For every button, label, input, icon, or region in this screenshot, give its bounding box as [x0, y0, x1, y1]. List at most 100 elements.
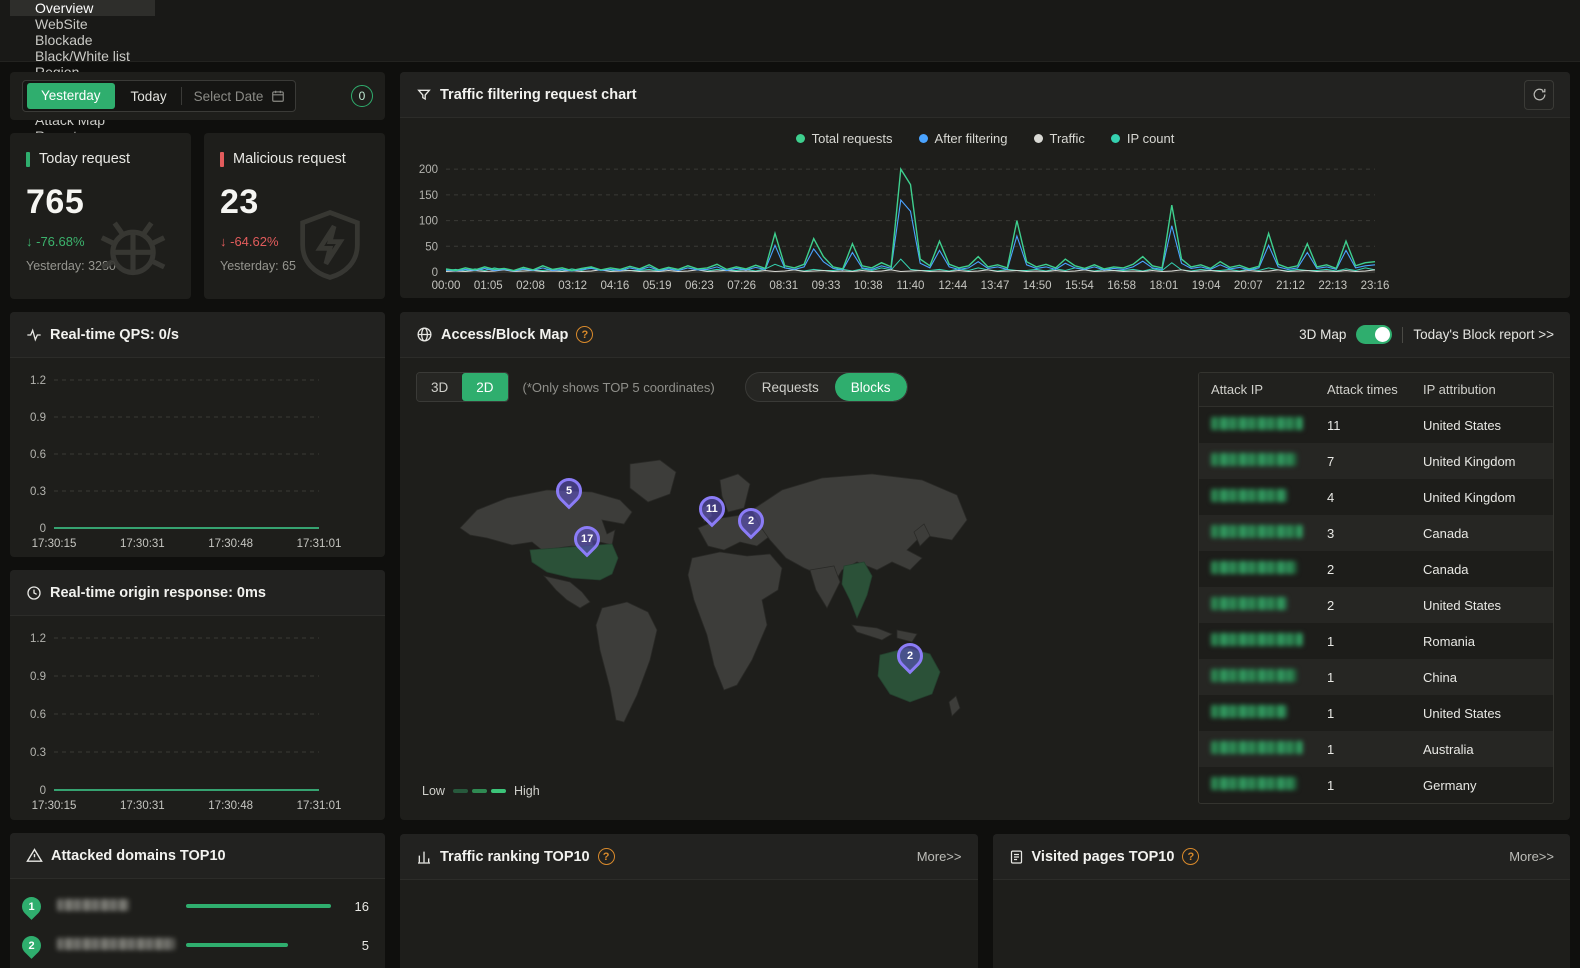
map-pin[interactable]: 11 — [699, 496, 725, 522]
svg-text:23:16: 23:16 — [1361, 280, 1390, 292]
legend-dot — [1034, 134, 1043, 143]
attack-times-cell: 1 — [1327, 634, 1423, 649]
bug-icon — [89, 201, 177, 289]
select-date-button[interactable]: Select Date — [184, 89, 296, 104]
yesterday-button[interactable]: Yesterday — [27, 83, 115, 109]
block-report-link[interactable]: Today's Block report >> — [1413, 327, 1554, 342]
pin-shape: 11 — [694, 491, 731, 528]
chart-legend-item[interactable]: IP count — [1111, 131, 1174, 146]
pin-shape: 2 — [891, 638, 928, 675]
nav-tab[interactable]: Blockade — [10, 32, 155, 48]
table-row: 1 China — [1199, 659, 1553, 695]
card-header: Attacked domains TOP10 — [10, 833, 385, 879]
notification-count-badge: 0 — [351, 85, 373, 107]
nav-tab[interactable]: Overview — [10, 0, 155, 16]
table-row: 11 United States — [1199, 407, 1553, 443]
attack-times-cell: 1 — [1327, 706, 1423, 721]
svg-text:06:23: 06:23 — [685, 280, 714, 292]
svg-text:0: 0 — [432, 267, 438, 279]
help-icon[interactable]: ? — [598, 848, 615, 865]
attack-ip-cell — [1199, 705, 1327, 721]
2d-button[interactable]: 2D — [462, 373, 507, 401]
legend-dash — [491, 789, 506, 793]
help-icon[interactable]: ? — [1182, 848, 1199, 865]
ip-attribution-cell: United States — [1423, 706, 1553, 721]
svg-text:05:19: 05:19 — [643, 280, 672, 292]
svg-text:07:26: 07:26 — [727, 280, 756, 292]
svg-text:17:30:48: 17:30:48 — [208, 538, 253, 550]
svg-text:1.2: 1.2 — [30, 633, 46, 645]
card-header: Real-time origin response: 0ms — [10, 570, 385, 616]
traffic-filter-chart: 05010015020000:0001:0502:0803:1204:1605:… — [400, 154, 1570, 296]
svg-text:01:05: 01:05 — [474, 280, 503, 292]
chart-legend-item[interactable]: After filtering — [919, 131, 1008, 146]
ip-attribution-cell: Germany — [1423, 778, 1553, 793]
svg-text:03:12: 03:12 — [558, 280, 587, 292]
map-density-legend: Low High — [422, 784, 1180, 798]
malicious-request-card: Malicious request 23 ↓ -64.62% Yesterday… — [204, 133, 385, 299]
ip-attribution-cell: United Kingdom — [1423, 490, 1553, 505]
attack-times-cell: 1 — [1327, 670, 1423, 685]
attack-times-cell: 1 — [1327, 778, 1423, 793]
attack-ip-cell — [1199, 525, 1327, 541]
nav-tab[interactable]: Black/White list — [10, 48, 155, 64]
traffic-filter-card: Traffic filtering request chart Total re… — [400, 72, 1570, 298]
svg-text:0.6: 0.6 — [30, 449, 46, 461]
chart-legend-item[interactable]: Traffic — [1034, 131, 1085, 146]
svg-text:04:16: 04:16 — [601, 280, 630, 292]
refresh-button[interactable] — [1524, 80, 1554, 110]
3d-button[interactable]: 3D — [417, 373, 462, 401]
more-link[interactable]: More>> — [1509, 849, 1554, 864]
card-title: Traffic filtering request chart — [440, 87, 637, 103]
svg-text:0.3: 0.3 — [30, 747, 46, 759]
svg-text:100: 100 — [419, 216, 438, 228]
calendar-icon[interactable] — [271, 89, 285, 103]
svg-text:21:12: 21:12 — [1276, 280, 1305, 292]
svg-text:200: 200 — [419, 164, 438, 176]
legend-label: After filtering — [935, 131, 1008, 146]
world-map: 5 17 11 2 2 — [452, 450, 972, 750]
3d-map-toggle[interactable] — [1356, 325, 1392, 344]
help-icon[interactable]: ? — [576, 326, 593, 343]
more-link[interactable]: More>> — [917, 849, 962, 864]
map-pin[interactable]: 5 — [556, 478, 582, 504]
map-pin[interactable]: 17 — [574, 526, 600, 552]
today-request-card: Today request 765 ↓ -76.68% Yesterday: 3… — [10, 133, 191, 299]
card-header: Access/Block Map ? 3D Map Today's Block … — [400, 312, 1570, 358]
map-pin[interactable]: 2 — [897, 643, 923, 669]
stat-title: Malicious request — [220, 151, 369, 167]
domain-bar-track — [186, 904, 331, 908]
activity-icon — [26, 327, 42, 343]
nav-tab[interactable]: WebSite — [10, 16, 155, 32]
legend-low-label: Low — [422, 784, 445, 798]
table-row: 1 Australia — [1199, 731, 1553, 767]
svg-text:20:07: 20:07 — [1234, 280, 1263, 292]
table-row: 3 Canada — [1199, 515, 1553, 551]
ip-attribution-cell: Canada — [1423, 562, 1553, 577]
pin-shape: 2 — [733, 503, 770, 540]
ip-attribution-cell: Romania — [1423, 634, 1553, 649]
requests-button[interactable]: Requests — [746, 373, 835, 401]
chart-legend-item[interactable]: Total requests — [796, 131, 893, 146]
attack-times-cell: 1 — [1327, 742, 1423, 757]
table-row: 2 United States — [1199, 587, 1553, 623]
svg-text:0.3: 0.3 — [30, 486, 46, 498]
today-button[interactable]: Today — [119, 89, 179, 104]
table-header-row: Attack IP Attack times IP attribution — [1199, 373, 1553, 407]
page-body: Yesterday Today Select Date 0 Today requ… — [0, 62, 1580, 968]
legend-dot — [796, 134, 805, 143]
map-controls: 3D 2D (*Only shows TOP 5 coordinates) Re… — [416, 372, 1180, 402]
table-body[interactable]: 11 United States 7 United Kingdom 4 Unit… — [1199, 407, 1553, 803]
date-selector-card: Yesterday Today Select Date 0 — [10, 72, 385, 120]
svg-text:14:50: 14:50 — [1023, 280, 1052, 292]
bar-chart-icon — [416, 849, 432, 865]
blocks-button[interactable]: Blocks — [835, 373, 907, 401]
red-accent-bar — [220, 152, 224, 167]
svg-text:0.9: 0.9 — [30, 671, 46, 683]
select-date-label: Select Date — [194, 89, 264, 104]
blurred-ip — [1211, 633, 1303, 646]
domain-name-blurred — [41, 898, 186, 914]
card-title: Attacked domains TOP10 — [51, 848, 226, 864]
table-row: 7 United Kingdom — [1199, 443, 1553, 479]
map-pin[interactable]: 2 — [738, 508, 764, 534]
